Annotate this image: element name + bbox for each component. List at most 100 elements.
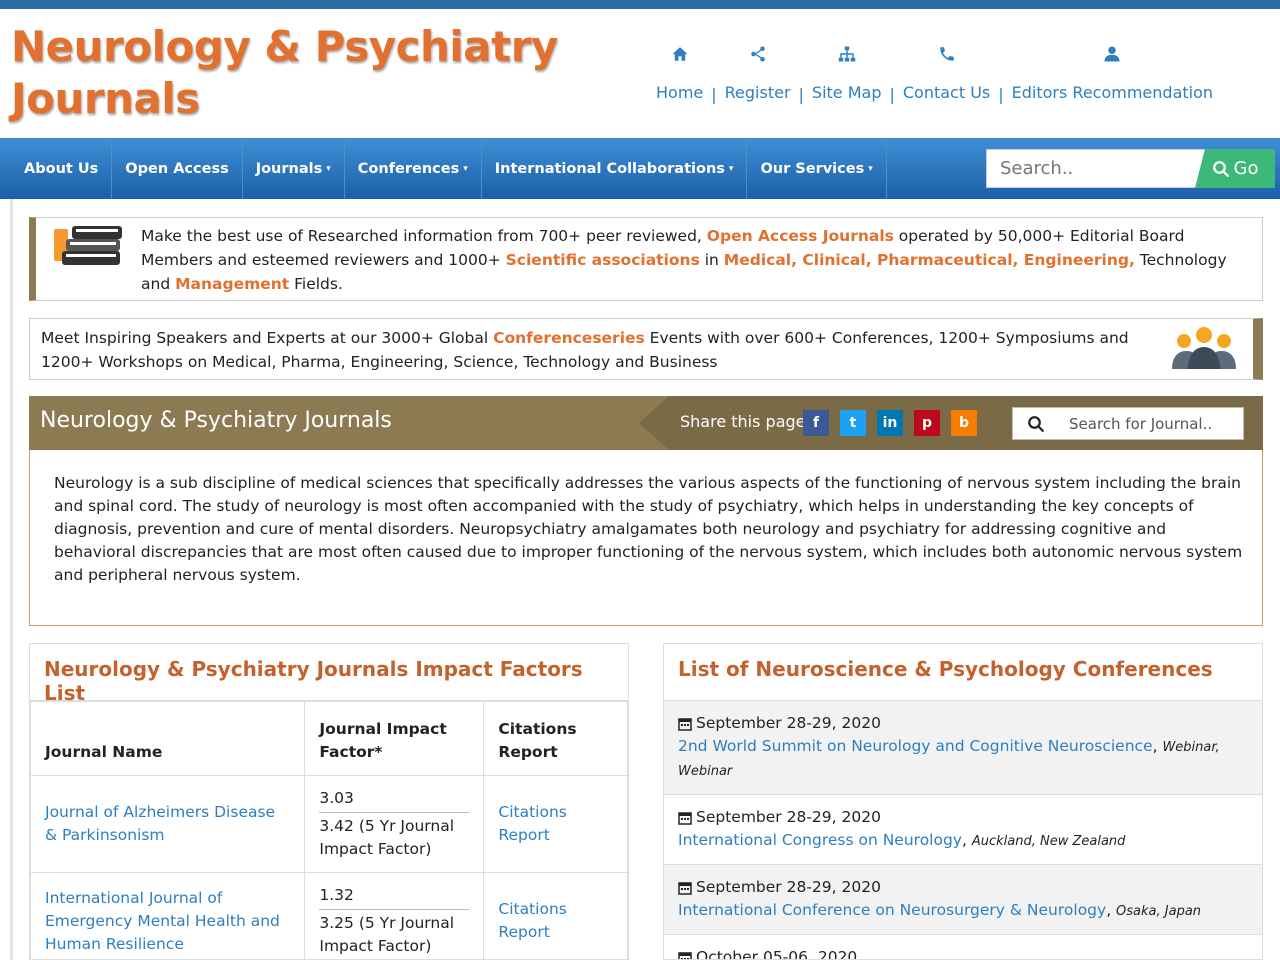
event-date: September 28-29, 2020 (678, 876, 1248, 899)
blogger-icon[interactable]: b (951, 410, 977, 436)
journals-title-bar: Neurology & Psychiatry Journals Share th… (29, 396, 1263, 450)
impact-factors-panel: Neurology & Psychiatry Journals Impact F… (29, 643, 629, 960)
home-link[interactable]: Home (656, 45, 703, 115)
scientific-associations-link[interactable]: Scientific associations (506, 251, 700, 269)
editors-link-label: Editors Recommendation (1011, 83, 1214, 102)
impact-factors-heading: Neurology & Psychiatry Journals Impact F… (30, 644, 628, 705)
contact-link-label: Contact Us (902, 83, 991, 102)
share-icon (750, 46, 765, 62)
journal-link[interactable]: International Journal of Emergency Menta… (45, 889, 280, 953)
journal-search[interactable]: Search for Journal.. (1012, 407, 1244, 440)
impact-factor-value: 1.32 (319, 884, 470, 910)
books-icon (54, 226, 122, 265)
search-icon[interactable] (1027, 415, 1045, 433)
share-label: Share this page (680, 412, 806, 431)
calendar-icon (678, 881, 692, 895)
open-access-journals-link[interactable]: Open Access Journals (707, 227, 894, 245)
caret-down-icon: ▾ (728, 163, 734, 174)
journals-promo-text: Make the best use of Researched informat… (141, 224, 1251, 296)
go-button[interactable]: Go (1195, 149, 1275, 188)
citations-report-link[interactable]: Citations Report (498, 803, 566, 844)
impact-factor-5yr: 3.25 (5 Yr Journal Impact Factor) (319, 914, 455, 955)
left-rail (10, 199, 13, 960)
promo1-text-5: Fields. (289, 275, 343, 293)
event-date-text: September 28-29, 2020 (696, 878, 881, 896)
pinterest-icon[interactable]: p (914, 410, 940, 436)
citations-report-link[interactable]: Citations Report (498, 900, 566, 941)
promo1-text-1: Make the best use of Researched informat… (141, 227, 707, 245)
event-name-link[interactable]: 2nd World Summit on Neurology and Cognit… (678, 737, 1153, 755)
facebook-icon[interactable]: f (803, 410, 829, 436)
top-accent-strip (0, 0, 1280, 9)
conferences-heading: List of Neuroscience & Psychology Confer… (664, 644, 1262, 701)
promo1-text-3: in (699, 251, 724, 269)
subject-areas-links[interactable]: Medical, Clinical, Pharmaceutical, Engin… (724, 251, 1135, 269)
nav-about-us[interactable]: About Us (0, 138, 113, 199)
nav-conferences[interactable]: Conferences ▾ (345, 138, 482, 199)
event-date-text: September 28-29, 2020 (696, 714, 881, 732)
register-link-label: Register (724, 83, 791, 102)
link-separator: | (889, 85, 895, 104)
conferences-promo-banner: Meet Inspiring Speakers and Experts at o… (29, 318, 1263, 380)
list-item: September 28-29, 2020 2nd World Summit o… (664, 701, 1262, 795)
impact-factor-5yr: 3.42 (5 Yr Journal Impact Factor) (319, 817, 455, 858)
linkedin-icon[interactable]: in (877, 410, 903, 436)
top-links: Home | Register | Site Map | Contact Us … (656, 45, 1276, 115)
calendar-icon (678, 811, 692, 825)
caret-down-icon: ▾ (326, 163, 331, 174)
col-citations: Citations Report (483, 701, 628, 776)
nav-open-access[interactable]: Open Access (112, 138, 243, 199)
go-button-label: Go (1233, 158, 1259, 179)
site-logo[interactable]: Neurology & Psychiatry Journals (11, 21, 558, 125)
editors-recommendation-link[interactable]: Editors Recommendation (1012, 45, 1213, 115)
register-link[interactable]: Register (725, 45, 791, 115)
table-header-row: Journal Name Journal Impact Factor* Cita… (30, 701, 628, 776)
calendar-icon (678, 951, 692, 959)
event-date: September 28-29, 2020 (678, 806, 1248, 829)
search-icon (1212, 160, 1229, 177)
event-date-text: October 05-06, 2020 (696, 948, 858, 960)
link-separator: | (998, 85, 1004, 104)
link-separator: | (798, 85, 804, 104)
impact-factor-value: 3.03 (319, 787, 470, 813)
logo-line-1: Neurology & Psychiatry (11, 22, 558, 71)
description-box: Neurology is a sub discipline of medical… (29, 450, 1263, 626)
page-title: Neurology & Psychiatry Journals (40, 408, 392, 433)
description-text: Neurology is a sub discipline of medical… (54, 474, 1243, 584)
link-separator: | (711, 85, 717, 104)
caret-down-icon: ▾ (463, 163, 468, 174)
event-location: Osaka, Japan (1116, 904, 1202, 919)
impact-factors-table: Journal Name Journal Impact Factor* Cita… (30, 701, 628, 959)
sitemap-link[interactable]: Site Map (811, 45, 882, 115)
event-location: Auckland, New Zealand (971, 834, 1126, 849)
event-name-link[interactable]: International Conference on Neurosurgery… (678, 901, 1106, 919)
sitemap-link-label: Site Map (811, 83, 882, 102)
col-impact-factor: Journal Impact Factor* (304, 701, 485, 776)
event-date: September 28-29, 2020 (678, 712, 1248, 735)
management-link[interactable]: Management (175, 275, 289, 293)
nav-our-services[interactable]: Our Services ▾ (747, 138, 887, 199)
conferences-panel: List of Neuroscience & Psychology Confer… (663, 643, 1263, 960)
promo2-text-1: Meet Inspiring Speakers and Experts at o… (41, 329, 494, 347)
contact-link[interactable]: Contact Us (903, 45, 990, 115)
journal-link[interactable]: Journal of Alzheimers Disease & Parkinso… (45, 803, 275, 844)
nav-intl-label: International Collaborations (494, 160, 725, 177)
event-date-text: September 28-29, 2020 (696, 808, 881, 826)
calendar-icon (678, 717, 692, 731)
journal-search-placeholder: Search for Journal.. (1069, 415, 1213, 433)
list-item: September 28-29, 2020 International Cong… (664, 795, 1262, 865)
conferenceseries-link[interactable]: Conferenceseries (493, 329, 645, 347)
nav-conferences-label: Conferences (357, 160, 460, 177)
nav-about-us-label: About Us (24, 160, 99, 177)
phone-icon (939, 47, 954, 61)
event-date: October 05-06, 2020 (678, 946, 1248, 960)
site-search-input[interactable] (986, 149, 1208, 188)
event-name-link[interactable]: International Congress on Neurology (678, 831, 962, 849)
twitter-icon[interactable]: t (840, 410, 866, 436)
caret-down-icon: ▾ (868, 163, 873, 174)
nav-international-collaborations[interactable]: International Collaborations ▾ (482, 138, 748, 199)
home-link-label: Home (656, 83, 704, 102)
col-journal-name: Journal Name (30, 701, 306, 776)
home-icon (672, 47, 688, 61)
nav-journals[interactable]: Journals ▾ (243, 138, 345, 199)
